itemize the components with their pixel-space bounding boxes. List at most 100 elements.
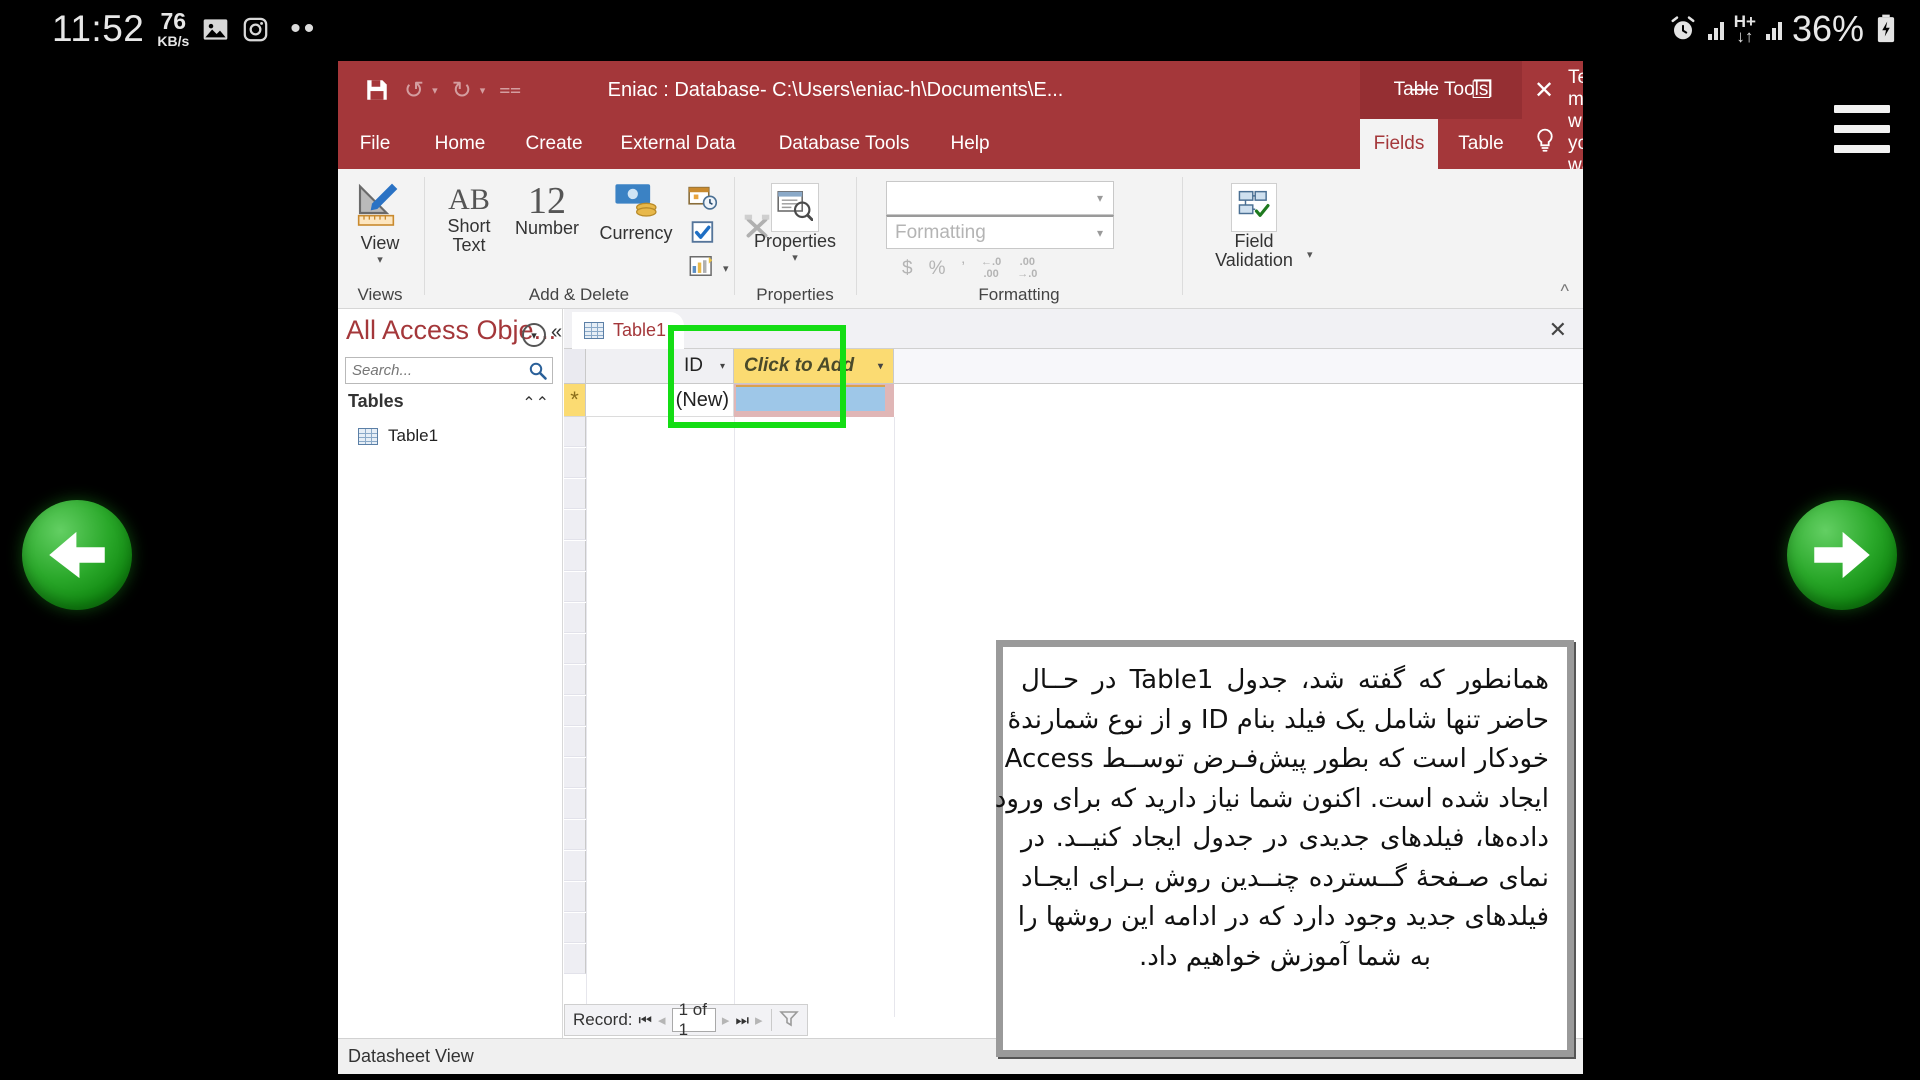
new-record-selector[interactable]: * [564, 384, 586, 417]
yes-no-icon[interactable] [688, 219, 729, 250]
row-selector[interactable] [564, 634, 586, 664]
format-combo[interactable]: Formatting ▾ [886, 215, 1114, 249]
tab-file[interactable]: File [348, 119, 402, 169]
date-time-icon[interactable] [688, 185, 729, 216]
previous-slide-button[interactable] [22, 500, 132, 610]
currency-icon [614, 183, 658, 224]
cell-id-new[interactable]: (New) [586, 384, 734, 417]
updown-arrows-icon: ↓↑ [1736, 27, 1754, 46]
persian-explanation-callout: همانطور که گفته شد، جدول Table1 در حــال… [994, 640, 1574, 1057]
redo-icon[interactable]: ↻ [452, 76, 472, 105]
tab-create[interactable]: Create [514, 119, 594, 169]
row-selector[interactable] [564, 479, 586, 509]
row-selector[interactable] [564, 510, 586, 540]
record-label: Record: [573, 1010, 633, 1029]
restore-button[interactable]: ❐ [1451, 61, 1513, 119]
view-button[interactable]: View ▾ [338, 181, 422, 266]
collapse-ribbon-button[interactable]: ^ [1561, 281, 1569, 302]
select-all-corner[interactable] [564, 349, 586, 384]
comma-format-button[interactable]: ʼ [961, 260, 965, 278]
row-selector[interactable] [564, 727, 586, 757]
row-selector[interactable] [564, 665, 586, 695]
record-navigator: Record: ⏮ ◂ 1 of 1 ▸ ⏭ ▸ [564, 1000, 808, 1039]
row-selector[interactable] [564, 603, 586, 633]
status-bar-left: 11:52 76 KB/s •• [52, 0, 317, 58]
row-selector[interactable] [564, 882, 586, 912]
row-selector[interactable] [564, 851, 586, 881]
more-fields-button[interactable]: ▾ [688, 253, 729, 284]
search-input[interactable] [346, 358, 518, 383]
ribbon-separator [856, 177, 857, 295]
short-text-button[interactable]: AB Short Text [438, 183, 500, 255]
field-validation-button[interactable]: Field Validation [1184, 183, 1324, 270]
properties-dropdown-icon[interactable]: ▾ [792, 251, 798, 264]
tab-help[interactable]: Help [938, 119, 1002, 169]
chevron-down-icon[interactable]: ▾ [720, 361, 725, 372]
row-selector[interactable] [564, 913, 586, 943]
properties-label: Properties [753, 231, 837, 251]
column-header-empty [894, 349, 1583, 384]
column-header-id[interactable]: ID ▾ [586, 349, 734, 384]
document-tab-table1[interactable]: Table1 [572, 312, 685, 349]
customize-qat-icon[interactable]: ⩵ [499, 79, 521, 101]
dropdown-circle-icon[interactable]: ▾ [522, 323, 546, 347]
undo-dropdown-icon[interactable]: ▾ [432, 84, 438, 97]
last-record-button[interactable]: ⏭ [735, 1012, 749, 1029]
row-selector[interactable] [564, 820, 586, 850]
row-selector[interactable] [564, 572, 586, 602]
row-selector[interactable] [564, 448, 586, 478]
nav-item-table1[interactable]: Table1 [358, 426, 438, 446]
next-record-button[interactable]: ▸ [722, 1011, 730, 1029]
chevron-down-icon[interactable]: ▾ [1097, 191, 1103, 205]
row-selector[interactable] [564, 758, 586, 788]
search-icon[interactable] [528, 361, 548, 386]
collapse-nav-pane-icon[interactable]: « [551, 321, 562, 344]
grid-line [734, 417, 735, 1017]
new-record-button[interactable]: ▸ [755, 1011, 763, 1029]
save-icon[interactable] [364, 77, 390, 103]
currency-format-button[interactable]: $ [902, 258, 913, 280]
search-box[interactable] [345, 357, 553, 384]
tab-fields[interactable]: Fields [1360, 119, 1438, 169]
tab-home[interactable]: Home [422, 119, 498, 169]
minimize-button[interactable]: ─ [1389, 61, 1451, 119]
tell-me-box[interactable]: Tell me what you want to do [1534, 67, 1583, 220]
chevron-up-icon[interactable]: ⌃⌃ [522, 393, 549, 413]
field-validation-dropdown-icon[interactable]: ▾ [1307, 248, 1313, 261]
row-selector[interactable] [564, 541, 586, 571]
callout-line: ایجاد شده است. اکنون شما نیاز دارید که ب… [994, 783, 1549, 814]
increase-decimals-button[interactable]: ←.0.00 [981, 256, 1001, 280]
row-selector[interactable] [564, 696, 586, 726]
close-document-icon[interactable]: ✕ [1549, 317, 1567, 343]
row-selector[interactable] [564, 417, 586, 447]
tab-table[interactable]: Table [1442, 119, 1520, 169]
cell-click-to-add-selected[interactable] [734, 384, 894, 417]
hamburger-menu-icon[interactable] [1834, 105, 1890, 153]
row-selector[interactable] [564, 789, 586, 819]
percent-format-button[interactable]: % [929, 258, 946, 280]
tab-external-data[interactable]: External Data [606, 119, 750, 169]
first-record-button[interactable]: ⏮ [639, 1012, 653, 1029]
data-type-combo[interactable]: ▾ [886, 181, 1114, 215]
previous-record-button[interactable]: ◂ [658, 1011, 666, 1029]
tab-database-tools[interactable]: Database Tools [762, 119, 926, 169]
properties-button[interactable]: Properties ▾ [736, 183, 854, 264]
view-dropdown-icon[interactable]: ▾ [377, 253, 383, 266]
more-fields-dropdown-icon[interactable]: ▾ [723, 262, 729, 275]
field-validation-label: Field Validation [1215, 231, 1293, 270]
number-button[interactable]: 12 Number [506, 182, 588, 238]
redo-dropdown-icon[interactable]: ▾ [480, 84, 486, 97]
currency-button[interactable]: Currency [594, 183, 678, 243]
chevron-down-icon[interactable]: ▾ [878, 361, 883, 372]
column-header-click-to-add[interactable]: Click to Add ▾ [734, 349, 894, 384]
record-position[interactable]: 1 of 1 [671, 1000, 716, 1039]
close-button[interactable]: ✕ [1513, 61, 1575, 119]
next-slide-button[interactable] [1787, 500, 1897, 610]
filter-icon[interactable] [779, 1009, 799, 1032]
chevron-down-icon[interactable]: ▾ [1097, 226, 1103, 240]
nav-group-tables[interactable]: Tables ⌃⌃ [348, 391, 553, 417]
decrease-decimals-button[interactable]: .00 →.0 [1017, 256, 1037, 280]
row-selector[interactable] [564, 944, 586, 974]
undo-icon[interactable]: ↺ [404, 76, 424, 105]
grid-line [586, 417, 587, 1017]
